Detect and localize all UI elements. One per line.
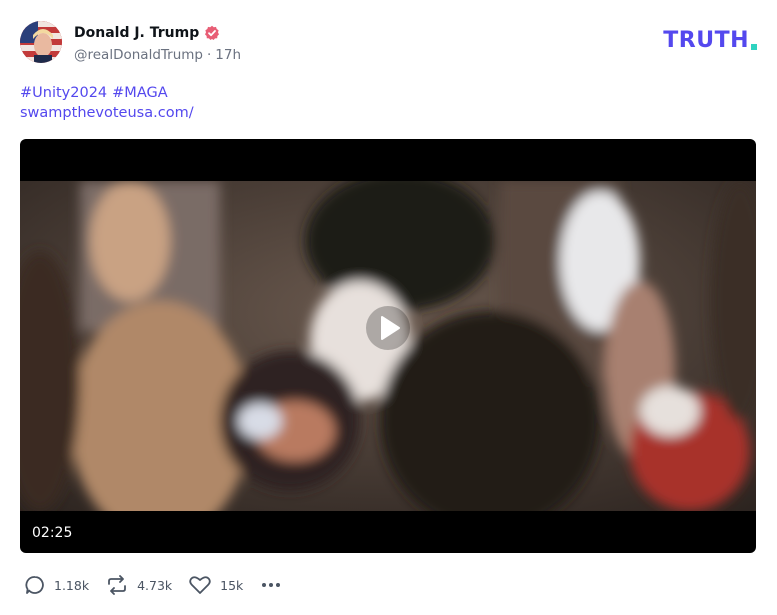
video-player[interactable]: 02:25 (20, 139, 756, 553)
hashtag-unity2024[interactable]: #Unity2024 (20, 83, 107, 103)
display-name[interactable]: Donald J. Trump (74, 25, 199, 41)
like-count: 15k (220, 577, 244, 593)
post-header: Donald J. Trump @realDonaldTrump · 17h T… (20, 21, 757, 67)
author-block: Donald J. Trump @realDonaldTrump · 17h (74, 23, 241, 63)
post-meta: @realDonaldTrump · 17h (74, 47, 241, 63)
avatar[interactable] (20, 21, 62, 63)
more-dots-icon[interactable] (260, 579, 282, 591)
post-body: #Unity2024 #MAGA swampthevoteusa.com/ (20, 83, 194, 123)
reply-icon (25, 576, 44, 594)
retruth-count: 4.73k (137, 577, 173, 593)
post-actions: 1.18k 4.73k 15k (25, 574, 282, 596)
post-link[interactable]: swampthevoteusa.com/ (20, 105, 194, 121)
meta-separator: · (206, 47, 212, 63)
reply-count: 1.18k (54, 577, 90, 593)
reply-button[interactable]: 1.18k (25, 575, 89, 595)
play-icon[interactable] (366, 306, 410, 350)
truth-logo[interactable]: TRUTH (663, 29, 757, 53)
hashtag-maga[interactable]: #MAGA (112, 83, 167, 103)
retruth-icon (108, 575, 126, 595)
verified-badge-icon (204, 25, 220, 41)
retruth-button[interactable]: 4.73k (106, 575, 172, 595)
logo-dot (751, 44, 757, 50)
author-handle[interactable]: @realDonaldTrump (74, 47, 203, 63)
like-button[interactable]: 15k (189, 575, 243, 595)
video-duration: 02:25 (32, 525, 73, 541)
post-time[interactable]: 17h (215, 47, 241, 63)
logo-text: TRUTH (663, 28, 749, 53)
hashtag-row: #Unity2024 #MAGA (20, 83, 194, 103)
heart-icon (189, 576, 211, 594)
